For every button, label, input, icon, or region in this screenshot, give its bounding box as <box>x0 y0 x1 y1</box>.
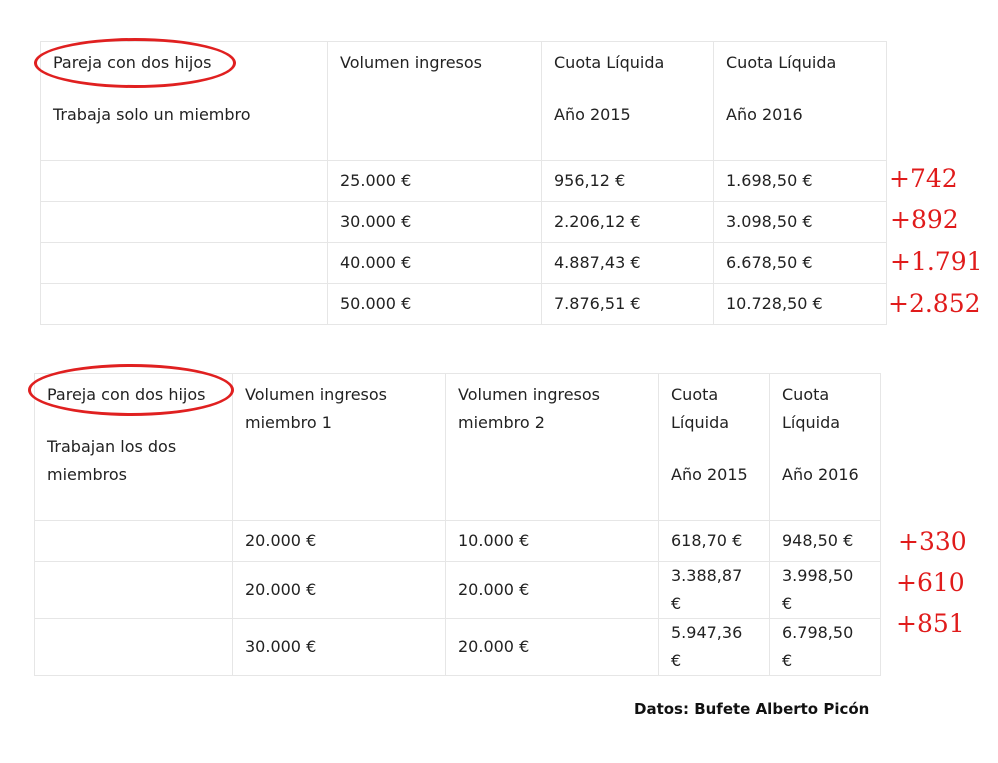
household-title: Pareja con dos hijos <box>53 53 212 72</box>
quota-2016-cell: 10.728,50 € <box>713 283 887 325</box>
quota-2015-cell: 2.206,12 € <box>541 201 714 243</box>
quota-label: Líquida <box>782 413 841 432</box>
table-two-earners: Pareja con dos hijos Trabajan los dos mi… <box>34 373 881 676</box>
header-income-member-1: Volumen ingresos miembro 1 <box>232 373 446 521</box>
income-label: Volumen ingresos <box>458 385 601 404</box>
quota-2015-cell: 956,12 € <box>541 160 714 202</box>
header-quota-2015: Cuota Líquida Año 2015 <box>658 373 770 521</box>
table-row: 50.000 € 7.876,51 € 10.728,50 € <box>40 283 887 325</box>
quota-2015-cell: 618,70 € <box>658 520 770 562</box>
header-income-member-2: Volumen ingresos miembro 2 <box>445 373 659 521</box>
income-member-2-cell: 10.000 € <box>445 520 659 562</box>
year-label: Año 2016 <box>782 465 859 484</box>
quota-label: Líquida <box>671 413 730 432</box>
empty-cell <box>34 520 233 562</box>
year-label: Año 2016 <box>726 105 803 124</box>
household-subtitle: miembros <box>47 465 127 484</box>
header-income: Volumen ingresos <box>327 41 542 161</box>
empty-cell <box>40 242 328 284</box>
difference-annotation: +851 <box>896 609 965 638</box>
table-one-earner: Pareja con dos hijos Trabaja solo un mie… <box>40 41 887 325</box>
income-cell: 50.000 € <box>327 283 542 325</box>
table-row: 30.000 € 20.000 € 5.947,36 € 6.798,50 € <box>34 618 881 676</box>
difference-annotation: +742 <box>889 164 958 193</box>
empty-cell <box>34 618 233 676</box>
quota-2016-cell: 3.098,50 € <box>713 201 887 243</box>
empty-cell <box>40 283 328 325</box>
quota-2016-cell: 1.698,50 € <box>713 160 887 202</box>
table-row: 25.000 € 956,12 € 1.698,50 € <box>40 160 887 202</box>
header-quota-2016: Cuota Líquida Año 2016 <box>713 41 887 161</box>
income-member-2-cell: 20.000 € <box>445 618 659 676</box>
quota-label: Cuota <box>671 385 719 404</box>
income-cell: 40.000 € <box>327 242 542 284</box>
empty-cell <box>34 561 233 619</box>
quota-label: Cuota Líquida <box>554 53 665 72</box>
quota-label: Cuota <box>782 385 830 404</box>
income-cell: 30.000 € <box>327 201 542 243</box>
header-quota-2015: Cuota Líquida Año 2015 <box>541 41 714 161</box>
header-quota-2016: Cuota Líquida Año 2016 <box>769 373 881 521</box>
empty-cell <box>40 160 328 202</box>
quota-2016-cell: 6.678,50 € <box>713 242 887 284</box>
quota-2015-cell: 5.947,36 € <box>658 618 770 676</box>
year-label: Año 2015 <box>671 465 748 484</box>
table-row: 20.000 € 20.000 € 3.388,87 € 3.998,50 € <box>34 561 881 619</box>
quota-2015-cell: 7.876,51 € <box>541 283 714 325</box>
difference-annotation: +330 <box>898 527 967 556</box>
difference-annotation: +1.791 <box>890 247 983 276</box>
table-row: 30.000 € 2.206,12 € 3.098,50 € <box>40 201 887 243</box>
household-subtitle: Trabajan los dos <box>47 437 177 456</box>
income-cell: 25.000 € <box>327 160 542 202</box>
income-label: Volumen ingresos <box>340 53 483 72</box>
quota-2016-cell: 948,50 € <box>769 520 881 562</box>
header-household: Pareja con dos hijos Trabajan los dos mi… <box>34 373 233 521</box>
member-label: miembro 1 <box>245 413 332 432</box>
table-row: 20.000 € 10.000 € 618,70 € 948,50 € <box>34 520 881 562</box>
household-subtitle: Trabaja solo un miembro <box>53 105 251 124</box>
source-credit: Datos: Bufete Alberto Picón <box>634 700 870 718</box>
difference-annotation: +610 <box>896 568 965 597</box>
income-member-1-cell: 20.000 € <box>232 561 446 619</box>
table-header-row: Pareja con dos hijos Trabaja solo un mie… <box>40 41 887 161</box>
member-label: miembro 2 <box>458 413 545 432</box>
quota-2016-cell: 3.998,50 € <box>769 561 881 619</box>
income-member-2-cell: 20.000 € <box>445 561 659 619</box>
quota-2015-cell: 4.887,43 € <box>541 242 714 284</box>
household-title: Pareja con dos hijos <box>47 385 206 404</box>
difference-annotation: +2.852 <box>888 289 981 318</box>
quota-2015-cell: 3.388,87 € <box>658 561 770 619</box>
quota-label: Cuota Líquida <box>726 53 837 72</box>
income-member-1-cell: 20.000 € <box>232 520 446 562</box>
year-label: Año 2015 <box>554 105 631 124</box>
empty-cell <box>40 201 328 243</box>
table-header-row: Pareja con dos hijos Trabajan los dos mi… <box>34 373 881 521</box>
table-row: 40.000 € 4.887,43 € 6.678,50 € <box>40 242 887 284</box>
income-label: Volumen ingresos <box>245 385 388 404</box>
income-member-1-cell: 30.000 € <box>232 618 446 676</box>
header-household: Pareja con dos hijos Trabaja solo un mie… <box>40 41 328 161</box>
difference-annotation: +892 <box>890 205 959 234</box>
quota-2016-cell: 6.798,50 € <box>769 618 881 676</box>
